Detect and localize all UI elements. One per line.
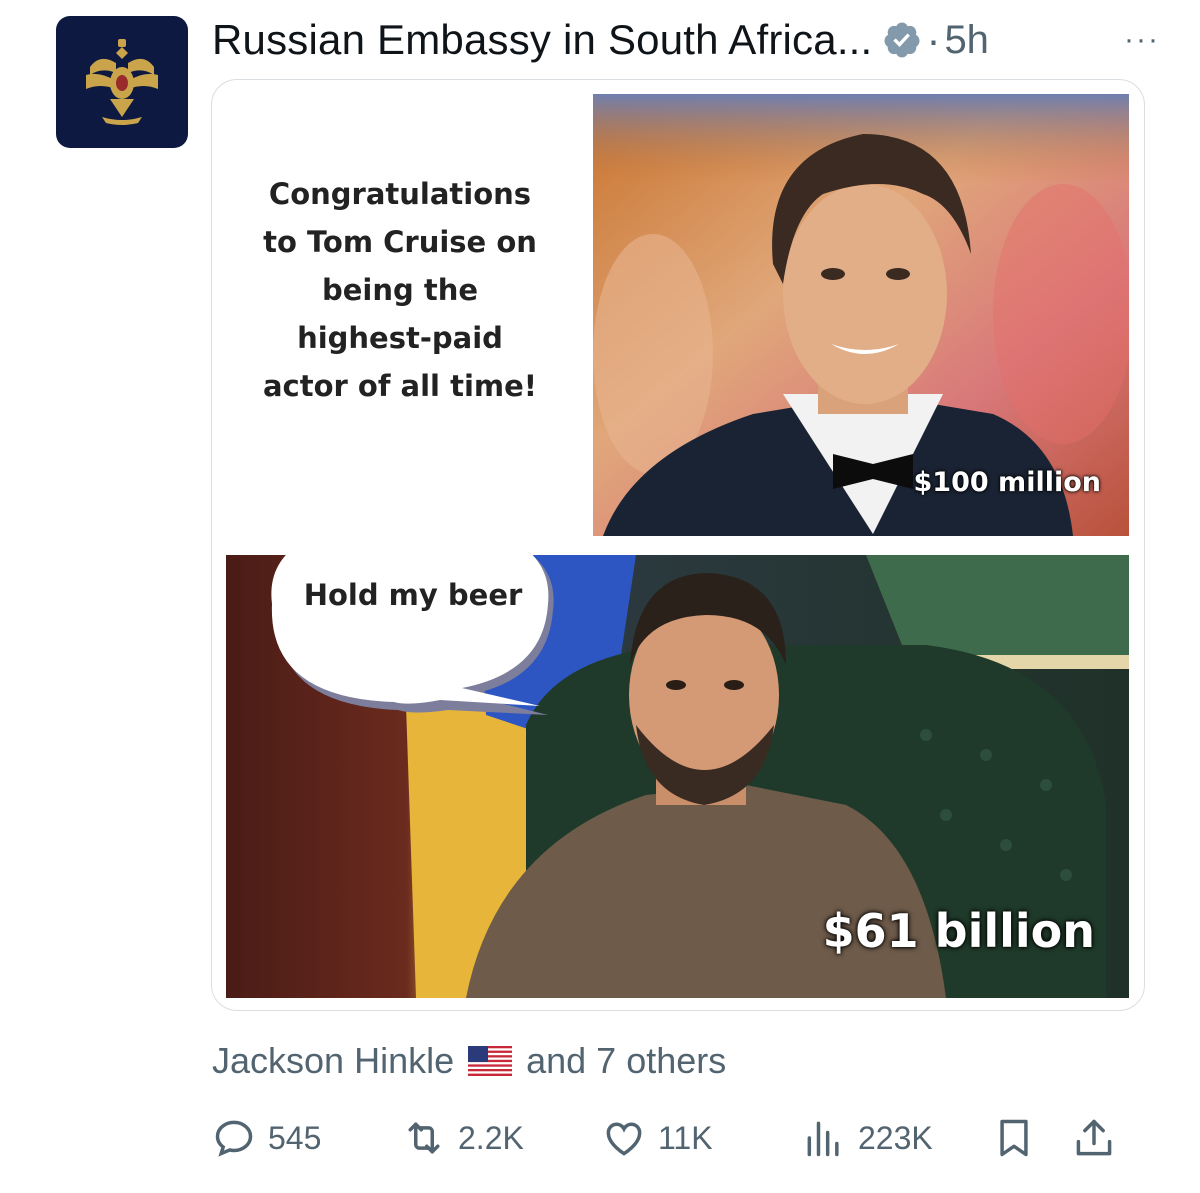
repost-count: 2.2K xyxy=(458,1119,524,1156)
like-count: 11K xyxy=(658,1119,713,1156)
views-chart-icon xyxy=(807,1121,839,1157)
more-options-button[interactable]: ··· xyxy=(1122,20,1162,60)
reply-count: 545 xyxy=(268,1119,322,1156)
verified-badge-icon xyxy=(884,22,920,58)
views-count: 223K xyxy=(858,1119,933,1156)
caption-line: to Tom Cruise on xyxy=(263,225,537,259)
meme-caption: Congratulations to Tom Cruise on being t… xyxy=(240,170,560,410)
author-name[interactable]: Russian Embassy in South Africa... xyxy=(212,16,872,64)
media-card[interactable]: Congratulations to Tom Cruise on being t… xyxy=(211,79,1145,1011)
amount-label-top: $100 million xyxy=(913,467,1101,498)
reply-button[interactable]: 545 xyxy=(212,1116,402,1160)
post-header: Russian Embassy in South Africa... · 5h … xyxy=(212,10,1162,70)
social-context[interactable]: Jackson Hinkle and 7 others xyxy=(212,1040,726,1082)
social-context-name[interactable]: Jackson Hinkle xyxy=(212,1040,454,1082)
bookmark-icon xyxy=(1000,1119,1028,1157)
actor-photo: $100 million xyxy=(593,94,1129,536)
heart-icon xyxy=(606,1122,642,1156)
avatar[interactable] xyxy=(56,16,188,148)
post-time[interactable]: 5h xyxy=(944,18,989,63)
share-icon xyxy=(1076,1119,1112,1156)
speech-bubble-text: Hold my beer xyxy=(303,578,523,612)
caption-line: actor of all time! xyxy=(262,369,538,403)
share-button[interactable] xyxy=(1072,1116,1132,1160)
repost-button[interactable]: 2.2K xyxy=(402,1116,602,1160)
caption-line: Congratulations xyxy=(268,177,532,211)
reply-icon xyxy=(215,1120,253,1157)
separator-dot: · xyxy=(926,16,941,63)
views-button[interactable]: 223K xyxy=(802,1116,992,1160)
coat-of-arms-icon xyxy=(86,39,158,125)
amount-label-bottom: $61 billion xyxy=(822,904,1095,958)
caption-line: highest-paid xyxy=(297,321,503,355)
repost-icon xyxy=(408,1122,440,1154)
caption-line: being the xyxy=(321,273,479,307)
like-button[interactable]: 11K xyxy=(602,1116,802,1160)
bookmark-button[interactable] xyxy=(992,1116,1072,1160)
social-context-suffix: and 7 others xyxy=(526,1040,727,1081)
us-flag-icon xyxy=(468,1046,513,1076)
action-bar: 545 2.2K 11K 223K xyxy=(212,1110,1142,1166)
